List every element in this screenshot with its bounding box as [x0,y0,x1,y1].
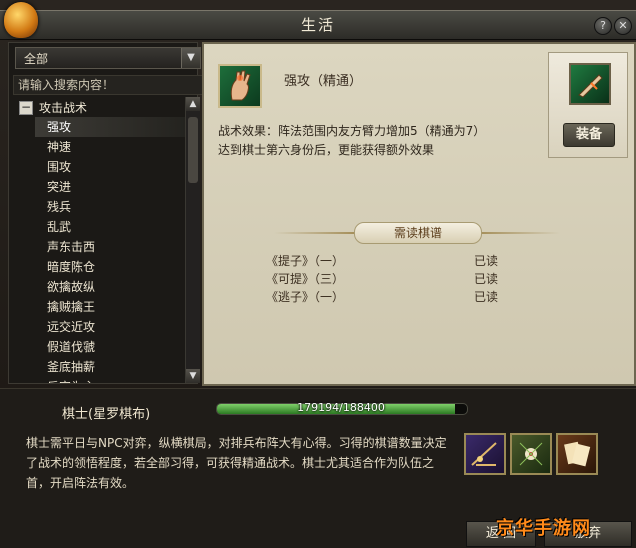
window-frame: 生活 ? ✕ 全部 ▼ 请输入搜索内容！ − 攻击战术 强攻 神速 围攻 突进 残兵 乱武… [0,0,636,548]
search-input[interactable]: 请输入搜索内容！ [13,75,207,95]
book-name: 《逃子》（一） [266,290,345,304]
book-name: 《可提》（三） [266,272,345,286]
list-item[interactable]: 强攻 [35,117,185,137]
divider [480,232,560,234]
scroll-thumb[interactable] [188,117,198,183]
list-item[interactable]: 欲擒故纵 [35,277,185,297]
list-item[interactable]: 乱武 [35,217,185,237]
equip-box: 装备 [548,52,628,158]
book-status: 已读 [474,254,499,268]
list-item[interactable]: 远交近攻 [35,317,185,337]
skill-detail-panel: 强攻（精通） 战术效果：阵法范围内友方臂力增加5（精通为7） 达到棋士第六身份后… [202,42,636,386]
book-status: 已读 [474,272,499,286]
equip-button[interactable]: 装备 [563,123,615,147]
list-item[interactable]: 反客为主 [35,377,185,383]
close-button[interactable]: ✕ [614,17,632,35]
scroll-down-icon[interactable]: ▼ [186,369,200,383]
profession-description: 棋士需平日与NPC对弈，纵横棋局，对排兵布阵大有心得。习得的棋谱数量决定了战术的… [26,436,447,490]
category-label: 攻击战术 [39,101,88,115]
list-item[interactable]: 残兵 [35,197,185,217]
book-name: 《提子》（一） [266,254,345,268]
list-item[interactable]: 围攻 [35,157,185,177]
hand-skill-icon [218,64,262,108]
skill-list-panel: 全部 ▼ 请输入搜索内容！ − 攻击战术 强攻 神速 围攻 突进 残兵 乱武 声东击西 暗度陈… [8,42,207,384]
chevron-down-icon[interactable]: ▼ [181,48,200,68]
title-bar: 生活 ? ✕ [0,10,636,40]
help-button[interactable]: ? [594,17,612,35]
list-item[interactable]: 突进 [35,177,185,197]
divider [274,232,354,234]
collapse-icon[interactable]: − [19,101,33,115]
required-books-banner: 需读棋谱 [354,222,482,244]
category-node[interactable]: − 攻击战术 [15,97,185,117]
flower-board-icon[interactable] [510,433,552,475]
book-row: 《可提》（三） 已读 [266,270,566,288]
effect-line-1: 战术效果：阵法范围内友方臂力增加5（精通为7） [218,124,486,138]
window-title: 生活 [300,16,335,34]
dropdown-value: 全部 [24,52,49,66]
hand-skill-icon[interactable] [569,63,611,105]
cards-icon[interactable] [556,433,598,475]
book-row: 《提子》（一） 已读 [266,252,566,270]
scroll-up-icon[interactable]: ▲ [186,97,200,111]
gourd-icon [4,2,38,38]
list-item[interactable]: 釜底抽薪 [35,357,185,377]
skill-tree: − 攻击战术 强攻 神速 围攻 突进 残兵 乱武 声东击西 暗度陈仓 欲擒故纵 擒贼擒王 远交近攻假… [15,97,185,383]
category-dropdown[interactable]: 全部 ▼ [15,47,201,69]
list-item[interactable]: 假道伐虢 [35,337,185,357]
progress-text: 179194/188400 [297,401,385,414]
chess-board-icon[interactable] [464,433,506,475]
list-scrollbar[interactable]: ▲ ▼ [185,97,200,383]
effect-line-2: 达到棋士第六身份后，更能获得额外效果 [218,143,435,157]
skill-name: 强攻（精通） [284,74,363,89]
list-item[interactable]: 暗度陈仓 [35,257,185,277]
skill-effect-text: 战术效果：阵法范围内友方臂力增加5（精通为7） 达到棋士第六身份后，更能获得额外… [218,122,558,160]
list-item[interactable]: 声东击西 [35,237,185,257]
book-row: 《逃子》（一） 已读 [266,288,566,306]
watermark-logo: 京华手游网 [496,518,591,539]
list-item[interactable]: 神速 [35,137,185,157]
list-item[interactable]: 擒贼擒王 [35,297,185,317]
profession-label: 棋士(星罗棋布) [62,407,151,422]
book-status: 已读 [474,290,499,304]
